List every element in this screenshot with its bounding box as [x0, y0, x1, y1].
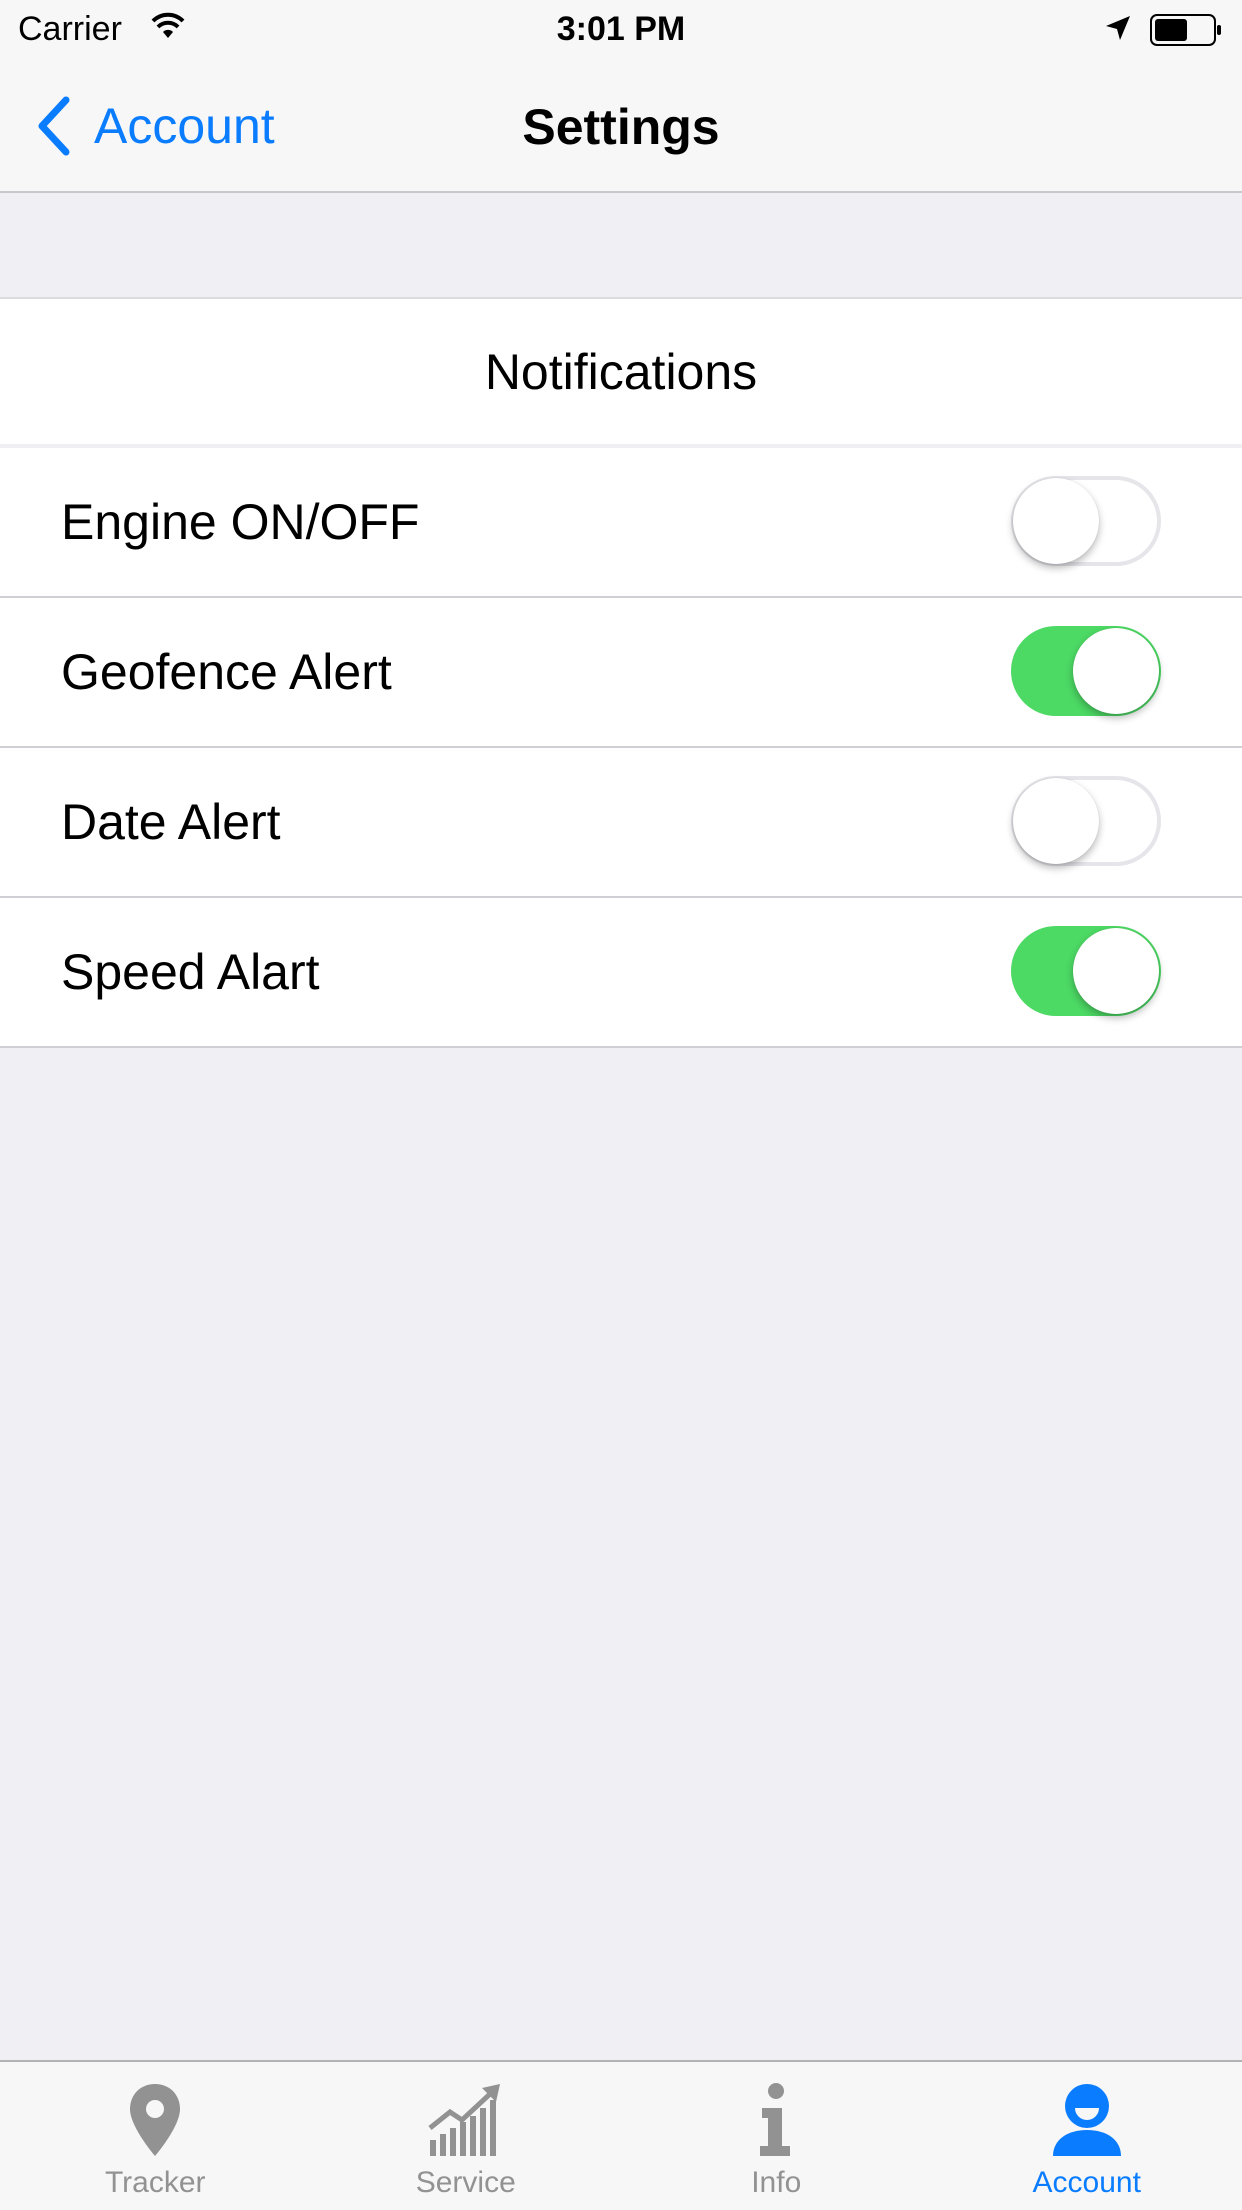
- notifications-header: Notifications: [0, 297, 1242, 446]
- tab-service[interactable]: Service: [311, 2062, 622, 2210]
- tab-label: Service: [311, 2166, 622, 2200]
- tab-label: Tracker: [0, 2166, 311, 2200]
- tab-bar: Tracker Service: [0, 2060, 1242, 2210]
- tab-label: Info: [621, 2166, 932, 2200]
- location-pin-icon: [127, 2082, 183, 2163]
- settings-list: Engine ON/OFF Geofence Alert Date Alert …: [0, 448, 1242, 1048]
- navigation-bar: Account Settings: [0, 60, 1242, 193]
- location-arrow-icon: [1104, 14, 1132, 47]
- speed-toggle[interactable]: [1011, 926, 1161, 1016]
- setting-row-engine: Engine ON/OFF: [0, 448, 1242, 596]
- toggle-knob: [1013, 478, 1099, 564]
- setting-label: Speed Alart: [61, 898, 320, 1046]
- toggle-knob: [1073, 628, 1159, 714]
- tab-tracker[interactable]: Tracker: [0, 2062, 311, 2210]
- geofence-toggle[interactable]: [1011, 626, 1161, 716]
- chart-growth-icon: [426, 2082, 506, 2163]
- tab-label: Account: [932, 2166, 1242, 2200]
- toggle-knob: [1073, 928, 1159, 1014]
- setting-label: Geofence Alert: [61, 598, 392, 746]
- section-title: Notifications: [485, 343, 757, 401]
- setting-label: Date Alert: [61, 748, 281, 896]
- battery-icon: [1150, 14, 1224, 51]
- tab-account[interactable]: Account: [932, 2062, 1242, 2210]
- user-icon: [1051, 2082, 1123, 2163]
- status-bar: Carrier 3:01 PM: [0, 0, 1242, 60]
- tab-info[interactable]: Info: [621, 2062, 932, 2210]
- setting-row-date: Date Alert: [0, 746, 1242, 896]
- engine-toggle[interactable]: [1011, 476, 1161, 566]
- page-title: Settings: [0, 98, 1242, 156]
- info-icon: [756, 2082, 796, 2163]
- setting-row-speed: Speed Alart: [0, 896, 1242, 1046]
- setting-row-geofence: Geofence Alert: [0, 596, 1242, 746]
- clock: 3:01 PM: [0, 10, 1242, 49]
- toggle-knob: [1013, 778, 1099, 864]
- setting-label: Engine ON/OFF: [61, 448, 419, 596]
- date-toggle[interactable]: [1011, 776, 1161, 866]
